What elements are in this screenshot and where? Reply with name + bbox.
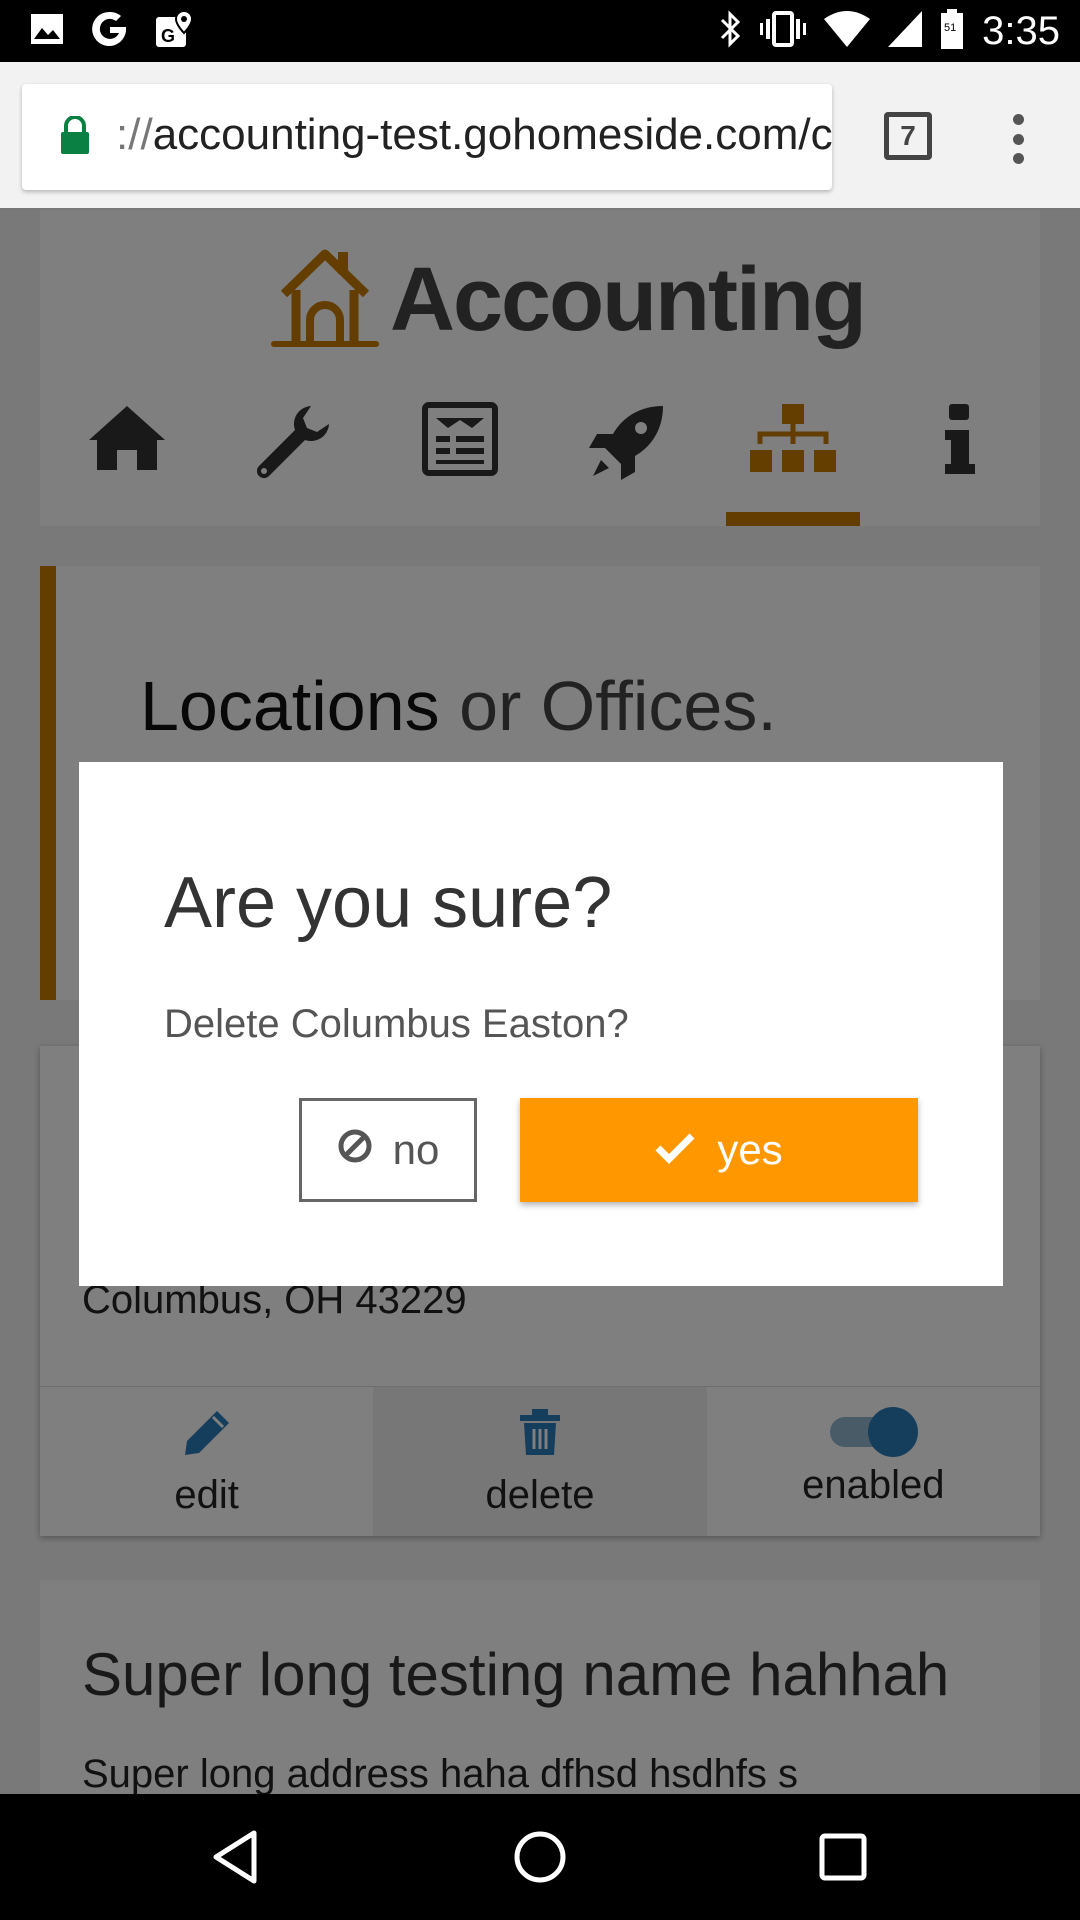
back-icon[interactable] [202,1824,268,1890]
more-menu-icon[interactable] [1008,114,1028,164]
dialog-title: Are you sure? [164,863,613,943]
clock: 3:35 [982,8,1060,53]
lock-icon [60,115,90,161]
yes-label: yes [717,1126,783,1173]
check-icon [655,1126,695,1174]
no-label: no [392,1126,440,1173]
yes-button[interactable]: yes [520,1098,918,1202]
system-nav-bar [0,1794,1080,1920]
no-button[interactable]: no [299,1098,477,1202]
dialog-message: Delete Columbus Easton? [164,1002,629,1046]
image-icon [30,13,64,50]
status-bar: G 51 3:35 [0,0,1080,62]
home-circle-icon[interactable] [507,1824,573,1890]
bluetooth-icon [718,9,742,54]
maps-icon: G [154,9,194,54]
vibrate-icon [760,9,807,54]
ban-icon [337,1126,373,1174]
browser-toolbar: ://accounting-test.gohomeside.com/c 7 [0,62,1080,210]
google-icon [88,8,130,55]
tab-switcher-button[interactable]: 7 [884,112,932,160]
svg-text:G: G [161,26,175,46]
svg-text:51: 51 [944,22,956,34]
confirm-dialog: Are you sure? Delete Columbus Easton? no… [79,762,1003,1286]
address-bar[interactable]: ://accounting-test.gohomeside.com/c [22,84,832,190]
signal-icon [888,10,923,52]
battery-icon: 51 [940,8,964,54]
url-scheme: :// [116,110,153,159]
wifi-icon [824,10,871,52]
url-text: ://accounting-test.gohomeside.com/c [116,110,832,160]
url-host: accounting-test.gohomeside.com/c [152,110,832,159]
recents-icon[interactable] [810,1824,876,1890]
